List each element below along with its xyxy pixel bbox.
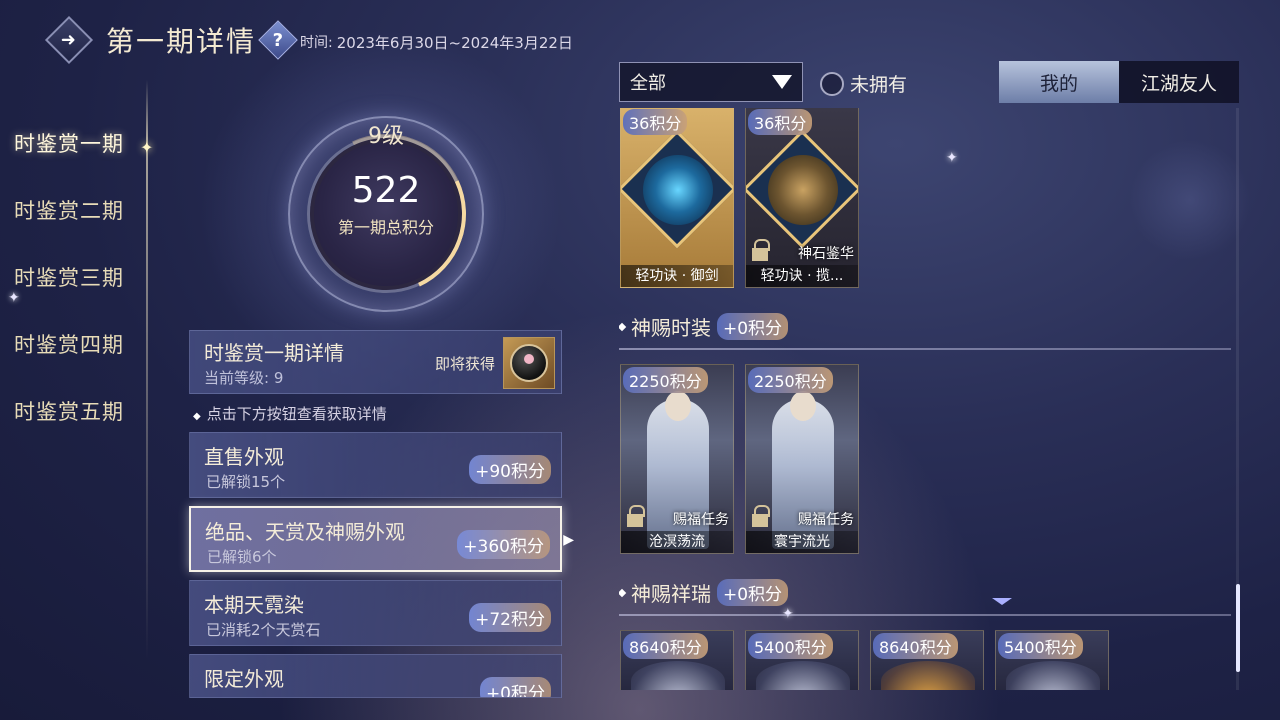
mount-card[interactable]: 5400积分: [745, 630, 859, 690]
back-arrow-icon: ➜: [61, 29, 77, 51]
category-premium[interactable]: 绝品、天赏及神赐外观 已解锁6个 +360积分 ▶: [189, 506, 574, 572]
bullet-icon: [619, 322, 627, 331]
selected-arrow-icon: ▶: [563, 532, 574, 548]
category-list: 直售外观 已解锁15个 +90积分 绝品、天赏及神赐外观 已解锁6个 +360积…: [189, 432, 574, 706]
item-price: 36积分: [623, 109, 688, 135]
total-score: 522: [351, 170, 421, 211]
page-title: 第一期详情: [106, 25, 257, 58]
item-price: 8640积分: [873, 633, 958, 659]
item-price: 5400积分: [748, 633, 833, 659]
outfit-card[interactable]: 2250积分 赐福任务 寰宇流光: [745, 364, 859, 554]
mount-image: [1006, 661, 1100, 690]
category-limited[interactable]: 限定外观 +0积分: [189, 654, 562, 698]
item-source: 赐福任务: [798, 512, 854, 528]
reward-item-icon[interactable]: [503, 337, 555, 389]
nav-item-period-5[interactable]: 时鉴赏五期: [14, 396, 154, 463]
lock-icon: [752, 505, 770, 527]
lock-icon: [627, 505, 645, 527]
back-button[interactable]: ➜: [44, 15, 94, 65]
category-name: 本期天霓染: [204, 593, 304, 617]
category-direct-sale[interactable]: 直售外观 已解锁15个 +90积分: [189, 432, 562, 498]
hint-label: 点击下方按钮查看获取详情: [206, 405, 387, 423]
section-title: 神赐祥瑞: [631, 582, 711, 606]
section-title: 神赐时装: [631, 316, 711, 340]
category-score: +360积分: [457, 530, 550, 559]
lock-icon: [752, 239, 770, 261]
outfit-card[interactable]: 2250积分 赐福任务 沧溟荡流: [620, 364, 734, 554]
radio-circle-icon: [820, 71, 844, 96]
time-range: 2023年6月30日~2024年3月22日: [336, 33, 573, 52]
mount-image: [881, 661, 975, 690]
category-sub: 已解锁15个: [206, 473, 286, 491]
item-price: 5400积分: [998, 633, 1083, 659]
category-dye[interactable]: 本期天霓染 已消耗2个天赏石 +72积分: [189, 580, 562, 646]
character-head: [790, 391, 816, 421]
item-name: 寰宇流光: [746, 531, 858, 553]
level-value: 9级: [368, 124, 404, 149]
section-divider: [619, 614, 1231, 616]
unowned-label: 未拥有: [850, 74, 908, 96]
header: ➜ 第一期详情 ? 时间: 2023年6月30日~2024年3月22日: [44, 14, 573, 66]
character-head: [665, 391, 691, 421]
category-sub: 已解锁6个: [207, 548, 277, 566]
current-level: 当前等级: 9: [204, 369, 284, 387]
category-score: +0积分: [479, 677, 551, 697]
hint-text: ◆ 点击下方按钮查看获取详情: [193, 403, 387, 424]
mount-image: [756, 661, 850, 690]
item-source: 赐福任务: [673, 512, 729, 528]
category-name: 直售外观: [204, 445, 284, 469]
item-source: 神石鉴华: [798, 246, 854, 262]
help-icon[interactable]: ?: [258, 20, 298, 60]
nav-item-period-1[interactable]: 时鉴赏一期: [14, 128, 154, 195]
nav-item-period-3[interactable]: 时鉴赏三期: [14, 262, 154, 329]
coming-soon-label: 即将获得: [434, 355, 495, 373]
level-ring: 9级 522 第一期总积分: [283, 111, 489, 317]
category-sub: 已消耗2个天赏石: [206, 621, 321, 639]
item-price: 36积分: [748, 109, 813, 135]
section-header-mounts: 神赐祥瑞 +0积分: [619, 578, 789, 607]
section-header-outfits: 神赐时装 +0积分: [619, 312, 789, 341]
tab-friends[interactable]: 江湖友人: [1119, 61, 1239, 103]
section-bonus: +0积分: [717, 313, 789, 340]
tab-mine[interactable]: 我的: [999, 61, 1119, 103]
scroll-down-indicator-icon: [992, 598, 1012, 605]
mount-image: [631, 661, 725, 690]
scrollbar-thumb[interactable]: [1236, 584, 1240, 672]
category-name: 限定外观: [204, 667, 284, 691]
total-score-caption: 第一期总积分: [337, 218, 434, 237]
period-nav: 时鉴赏一期 时鉴赏二期 时鉴赏三期 时鉴赏四期 时鉴赏五期: [14, 128, 154, 463]
item-name: 轻功诀 · 御剑: [621, 265, 733, 287]
skill-card[interactable]: 36积分 神石鉴华 轻功诀 · 揽...: [745, 108, 859, 288]
item-price: 8640积分: [623, 633, 708, 659]
details-title: 时鉴赏一期详情: [204, 341, 344, 365]
unowned-checkbox[interactable]: 未拥有: [820, 70, 907, 97]
back-frame: ➜: [44, 15, 94, 65]
item-name: 沧溟荡流: [621, 531, 733, 553]
item-price: 2250积分: [623, 367, 708, 393]
filter-selected: 全部: [630, 73, 666, 94]
section-bonus: +0积分: [717, 579, 789, 606]
filter-dropdown[interactable]: 全部: [619, 62, 803, 102]
mount-card[interactable]: 8640积分: [870, 630, 984, 690]
skill-card[interactable]: 36积分 轻功诀 · 御剑: [620, 108, 734, 288]
category-score: +90积分: [469, 455, 551, 484]
items-scroll-area[interactable]: 36积分 轻功诀 · 御剑 36积分 神石鉴华 轻功诀 · 揽... 神赐时装 …: [619, 108, 1231, 690]
category-score: +72积分: [469, 603, 551, 632]
skill-emblem-icon: [768, 155, 838, 225]
time-label: 时间:: [300, 35, 333, 51]
bullet-icon: [619, 588, 627, 597]
category-name: 绝品、天赏及神赐外观: [205, 520, 405, 544]
section-divider: [619, 348, 1231, 350]
mount-card[interactable]: 8640积分: [620, 630, 734, 690]
dropdown-caret-icon: [772, 75, 792, 89]
nav-item-period-4[interactable]: 时鉴赏四期: [14, 329, 154, 396]
bullet-icon: ◆: [193, 411, 201, 422]
skill-emblem-icon: [643, 155, 713, 225]
mount-card[interactable]: 5400积分: [995, 630, 1109, 690]
item-price: 2250积分: [748, 367, 833, 393]
nav-item-period-2[interactable]: 时鉴赏二期: [14, 195, 154, 262]
period-details-card[interactable]: 时鉴赏一期详情 当前等级: 9 即将获得: [189, 330, 562, 394]
owner-tabs: 我的 江湖友人: [999, 61, 1239, 103]
item-name: 轻功诀 · 揽...: [746, 265, 858, 287]
